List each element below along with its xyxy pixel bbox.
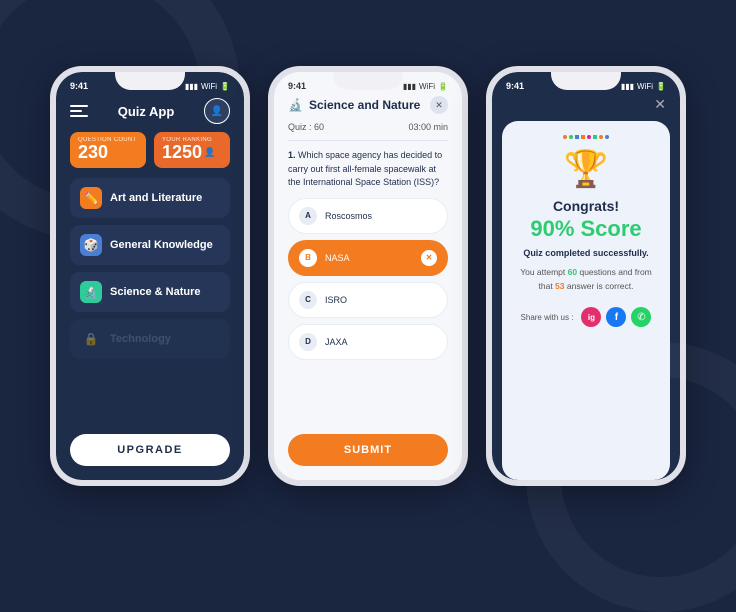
option-a[interactable]: A Roscosmos [288, 198, 448, 234]
gk-label: General Knowledge [110, 239, 213, 251]
ranking-person-icon: 👤 [204, 147, 215, 158]
status-time-3: 9:41 [506, 81, 524, 91]
question-count-card: Question Count 230 [70, 132, 146, 168]
submit-button[interactable]: SUBMIT [288, 434, 448, 466]
option-b[interactable]: B NASA ✕ [288, 240, 448, 276]
option-d-badge: D [299, 333, 317, 351]
ranking-label: Your Ranking [162, 137, 222, 143]
status-icons-2: ▮▮▮ WiFi 🔋 [403, 82, 448, 91]
phone3-header: ✕ [492, 94, 680, 121]
congrats-label: Congrats! [553, 198, 619, 214]
phone-3: 9:41 ▮▮▮ WiFi 🔋 ✕ [486, 66, 686, 486]
notch-1 [115, 72, 185, 90]
result-prefix: You attempt [520, 267, 567, 277]
option-a-badge: A [299, 207, 317, 225]
question-number: 1. [288, 150, 296, 160]
quiz-timer: 03:00 min [408, 122, 448, 132]
options-list: A Roscosmos B NASA ✕ C ISRO D JAXA [274, 198, 462, 425]
quiz-complete-label: Quiz completed successfully. [523, 248, 648, 258]
ranking-card: Your Ranking 1250 👤 [154, 132, 230, 168]
wifi-icon-3: WiFi [637, 82, 653, 91]
option-b-label: NASA [325, 253, 413, 263]
phone1-header: Quiz App 👤 [56, 94, 244, 132]
option-d[interactable]: D JAXA [288, 324, 448, 360]
science-category-icon: 🔬 [288, 98, 303, 112]
option-d-label: JAXA [325, 337, 437, 347]
trophy-area: 🏆 [551, 135, 621, 190]
instagram-share-button[interactable]: ig [581, 307, 601, 327]
quiz-meta: Quiz : 60 03:00 min [274, 122, 462, 140]
notch-3 [551, 72, 621, 90]
gk-icon: 🎲 [80, 234, 102, 256]
wifi-icon: WiFi [201, 82, 217, 91]
trophy-icon: 🏆 [564, 148, 609, 190]
close-quiz-button[interactable]: ✕ [430, 96, 448, 114]
battery-icon-2: 🔋 [438, 82, 448, 91]
question-count-label: Question Count [78, 137, 138, 143]
category-tech: 🔒 Technology [70, 319, 230, 359]
ranking-value: 1250 [162, 143, 202, 163]
battery-icon: 🔋 [220, 82, 230, 91]
result-close-button[interactable]: ✕ [654, 96, 666, 113]
confetti-decoration [551, 135, 621, 139]
upgrade-button[interactable]: UPGRADE [70, 434, 230, 466]
category-art[interactable]: ✏️ Art and Literature [70, 178, 230, 218]
option-wrong-icon: ✕ [421, 250, 437, 266]
signal-icon-2: ▮▮▮ [403, 82, 416, 91]
result-suffix: answer is correct. [565, 281, 634, 291]
sci-label: Science & Nature [110, 286, 200, 298]
result-questions: 60 [568, 267, 577, 277]
phone2-header: 🔬 Science and Nature ✕ [274, 94, 462, 122]
result-detail: You attempt 60 questions and from that 5… [516, 266, 656, 293]
share-icons: ig f ✆ [581, 307, 651, 327]
sci-icon: 🔬 [80, 281, 102, 303]
phone2-title-row: 🔬 Science and Nature [288, 98, 420, 112]
question-count-value: 230 [78, 143, 138, 163]
wifi-icon-2: WiFi [419, 82, 435, 91]
phone-2: 9:41 ▮▮▮ WiFi 🔋 🔬 Science and Nature ✕ Q… [268, 66, 468, 486]
result-card: 🏆 Congrats! 90% Score Quiz completed suc… [502, 121, 670, 480]
facebook-share-button[interactable]: f [606, 307, 626, 327]
whatsapp-share-button[interactable]: ✆ [631, 307, 651, 327]
status-icons-1: ▮▮▮ WiFi 🔋 [185, 82, 230, 91]
option-a-label: Roscosmos [325, 211, 437, 221]
art-label: Art and Literature [110, 192, 202, 204]
share-label: Share with us : [521, 313, 574, 322]
notch-2 [333, 72, 403, 90]
tech-icon: 🔒 [80, 328, 102, 350]
phone-1: 9:41 ▮▮▮ WiFi 🔋 Quiz App 👤 Question Coun… [50, 66, 250, 486]
quiz-category-title: Science and Nature [309, 98, 420, 112]
app-title: Quiz App [118, 104, 175, 119]
category-science[interactable]: 🔬 Science & Nature [70, 272, 230, 312]
quiz-divider [288, 140, 448, 141]
status-time-1: 9:41 [70, 81, 88, 91]
hamburger-menu-icon[interactable] [70, 105, 88, 117]
option-b-badge: B [299, 249, 317, 267]
result-answers: 53 [555, 281, 564, 291]
stats-row: Question Count 230 Your Ranking 1250 👤 [56, 132, 244, 178]
question-body: Which space agency has decided to carry … [288, 150, 442, 187]
option-c-label: ISRO [325, 295, 437, 305]
quiz-count: Quiz : 60 [288, 122, 324, 132]
signal-icon: ▮▮▮ [185, 82, 198, 91]
avatar[interactable]: 👤 [204, 98, 230, 124]
battery-icon-3: 🔋 [656, 82, 666, 91]
option-c[interactable]: C ISRO [288, 282, 448, 318]
signal-icon-3: ▮▮▮ [621, 82, 634, 91]
tech-label: Technology [110, 333, 171, 345]
option-c-badge: C [299, 291, 317, 309]
share-row: Share with us : ig f ✆ [521, 307, 652, 327]
category-list: ✏️ Art and Literature 🎲 General Knowledg… [56, 178, 244, 424]
score-label: 90% Score [530, 216, 641, 242]
status-icons-3: ▮▮▮ WiFi 🔋 [621, 82, 666, 91]
art-icon: ✏️ [80, 187, 102, 209]
status-time-2: 9:41 [288, 81, 306, 91]
category-gk[interactable]: 🎲 General Knowledge [70, 225, 230, 265]
question-text: 1. Which space agency has decided to car… [274, 149, 462, 198]
